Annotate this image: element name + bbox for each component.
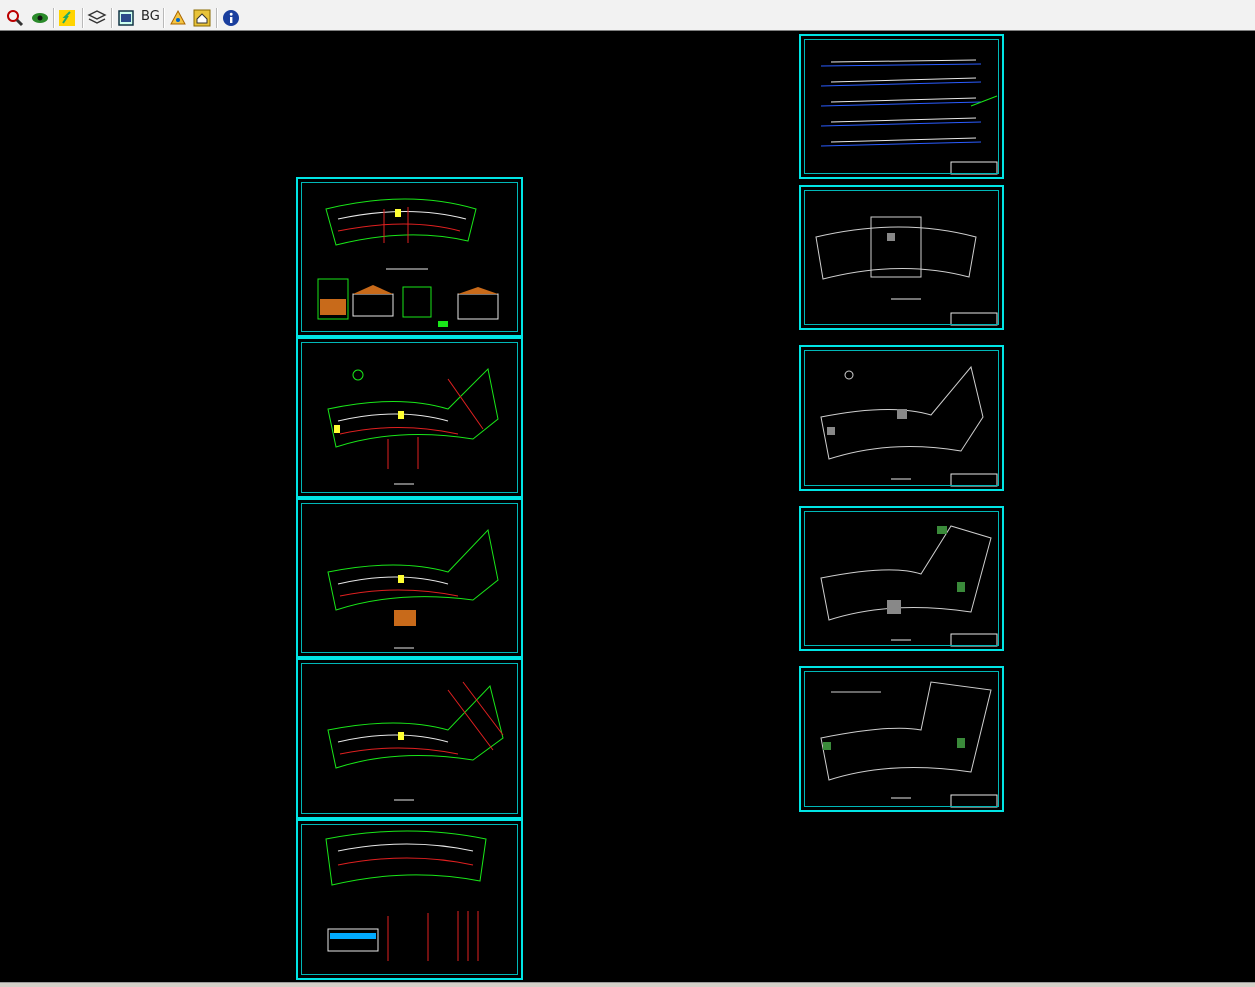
drawing-sheet-right-3[interactable] xyxy=(799,345,1004,491)
home-icon[interactable] xyxy=(192,8,212,28)
drawing-sheet-right-5[interactable] xyxy=(799,666,1004,812)
toolbar: BG xyxy=(0,0,1255,31)
window-icon[interactable] xyxy=(116,8,136,28)
drawing-sheet-left-3[interactable] xyxy=(296,498,523,658)
drawing-sheet-right-4[interactable] xyxy=(799,506,1004,651)
drawing-sheet-right-2[interactable] xyxy=(799,185,1004,330)
drawing-sheet-left-2[interactable] xyxy=(296,337,523,498)
drawing-sheet-left-1[interactable] xyxy=(296,177,523,337)
tools-icon[interactable] xyxy=(168,8,188,28)
status-bar xyxy=(0,982,1255,987)
bg-button[interactable]: BG xyxy=(141,9,160,24)
lightning-icon[interactable] xyxy=(57,8,77,28)
drawing-canvas[interactable] xyxy=(0,31,1255,983)
zoom-icon[interactable] xyxy=(5,8,25,28)
eye-icon[interactable] xyxy=(30,8,50,28)
layers-icon[interactable] xyxy=(87,8,107,28)
drawing-sheet-right-1[interactable] xyxy=(799,34,1004,179)
info-icon[interactable] xyxy=(221,8,241,28)
drawing-sheet-left-4[interactable] xyxy=(296,658,523,819)
drawing-sheet-left-5[interactable] xyxy=(296,819,523,980)
